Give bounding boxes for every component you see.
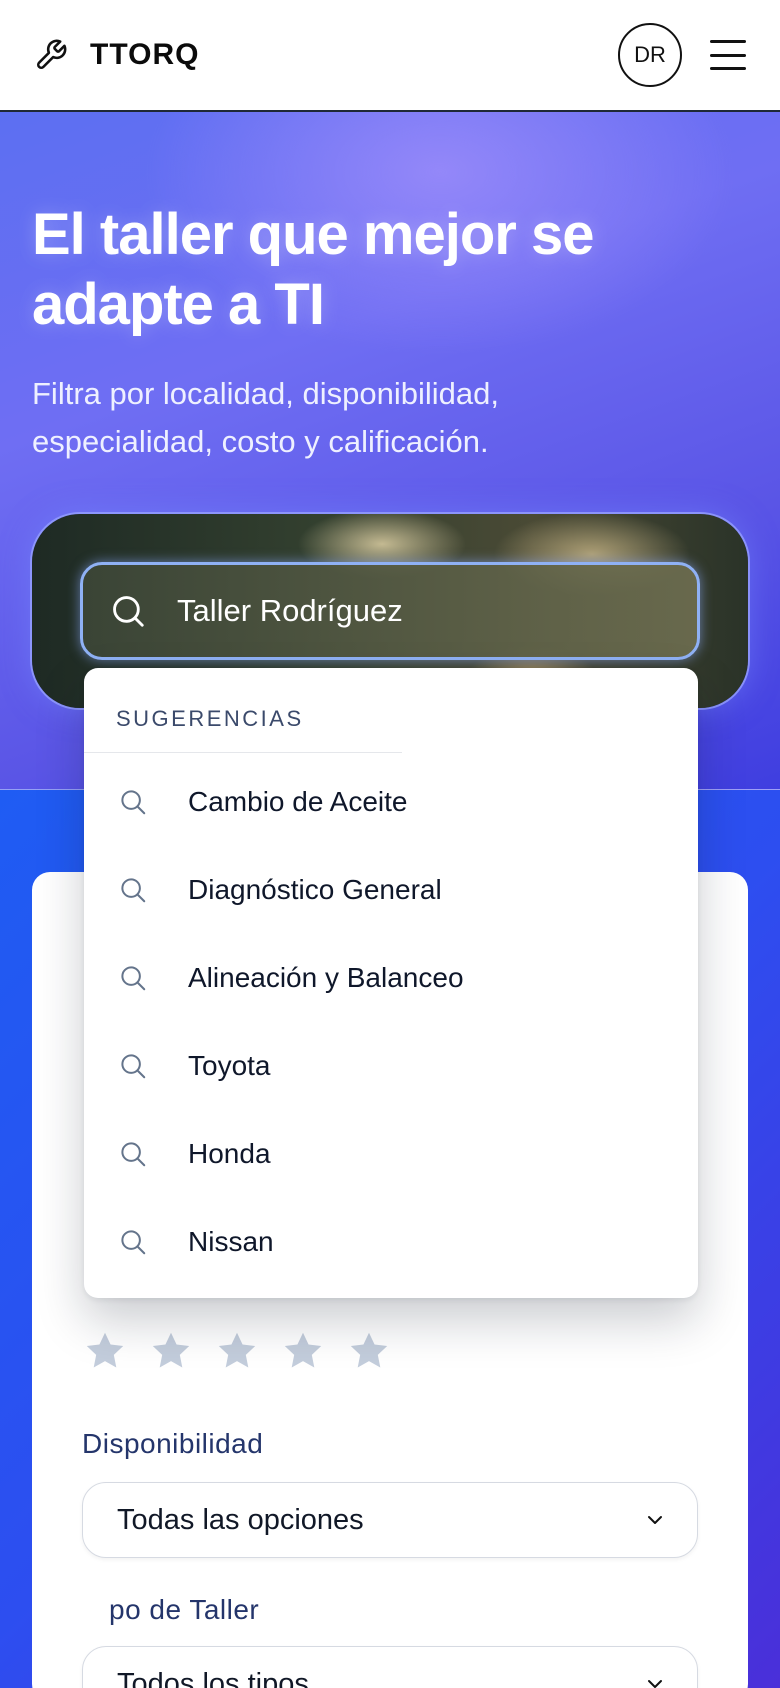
top-header: TTORQ DR bbox=[0, 0, 780, 112]
suggestion-item[interactable]: Diagnóstico General bbox=[84, 846, 698, 934]
workshop-type-value: Todos los tipos bbox=[117, 1667, 309, 1688]
suggestion-label: Diagnóstico General bbox=[188, 874, 442, 905]
search-icon bbox=[121, 1142, 146, 1167]
hero-subtitle: Filtra por localidad, disponibilidad, es… bbox=[32, 376, 499, 459]
availability-value: Todas las opciones bbox=[117, 1503, 364, 1536]
suggestion-label: Alineación y Balanceo bbox=[188, 962, 464, 993]
search-icon bbox=[121, 790, 146, 815]
star-icon[interactable] bbox=[280, 1328, 326, 1374]
search-icon bbox=[121, 966, 146, 991]
chevron-down-icon bbox=[648, 1680, 662, 1688]
workshop-type-select[interactable]: Todos los tipos bbox=[82, 1646, 698, 1688]
search-icon bbox=[113, 596, 144, 627]
star-icon[interactable] bbox=[148, 1328, 194, 1374]
suggestion-item[interactable]: Honda bbox=[84, 1110, 698, 1198]
avatar-initials: DR bbox=[634, 42, 666, 67]
search-input[interactable] bbox=[177, 593, 657, 629]
brand-name: TTORQ bbox=[90, 38, 200, 71]
suggestion-item[interactable]: Cambio de Aceite bbox=[84, 758, 698, 846]
suggestions-dropdown: SUGERENCIAS Cambio de Aceite Diagnóstico… bbox=[84, 668, 698, 1298]
suggestion-label: Honda bbox=[188, 1138, 271, 1169]
hero-title: El taller que mejor se adapte a TI bbox=[32, 202, 594, 337]
search-icon bbox=[121, 1054, 146, 1079]
availability-select[interactable]: Todas las opciones bbox=[82, 1482, 698, 1558]
menu-bar bbox=[710, 67, 746, 70]
suggestion-label: Cambio de Aceite bbox=[188, 786, 408, 817]
menu-bar bbox=[710, 40, 746, 43]
suggestion-label: Toyota bbox=[188, 1050, 271, 1081]
workshop-type-label: po de Taller bbox=[109, 1594, 260, 1625]
star-icon[interactable] bbox=[214, 1328, 260, 1374]
suggestion-item[interactable]: Toyota bbox=[84, 1022, 698, 1110]
suggestion-item[interactable]: Alineación y Balanceo bbox=[84, 934, 698, 1022]
suggestion-label: Nissan bbox=[188, 1226, 274, 1257]
header-actions: DR bbox=[618, 23, 746, 87]
star-icon[interactable] bbox=[346, 1328, 392, 1374]
star-icon[interactable] bbox=[82, 1328, 128, 1374]
hamburger-menu-icon[interactable] bbox=[710, 40, 746, 70]
suggestions-list: Cambio de Aceite Diagnóstico General Ali… bbox=[84, 758, 698, 1286]
brand[interactable]: TTORQ bbox=[34, 38, 199, 72]
divider bbox=[84, 752, 402, 753]
suggestion-item[interactable]: Nissan bbox=[84, 1198, 698, 1286]
search-box[interactable] bbox=[80, 562, 700, 660]
avatar[interactable]: DR bbox=[618, 23, 682, 87]
suggestions-header: SUGERENCIAS bbox=[116, 706, 304, 731]
search-icon bbox=[121, 1230, 146, 1255]
search-icon bbox=[121, 878, 146, 903]
rating-stars bbox=[82, 1328, 392, 1374]
availability-label: Disponibilidad bbox=[82, 1428, 264, 1459]
menu-bar bbox=[710, 53, 746, 57]
wrench-icon bbox=[37, 39, 67, 69]
chevron-down-icon bbox=[648, 1516, 662, 1524]
